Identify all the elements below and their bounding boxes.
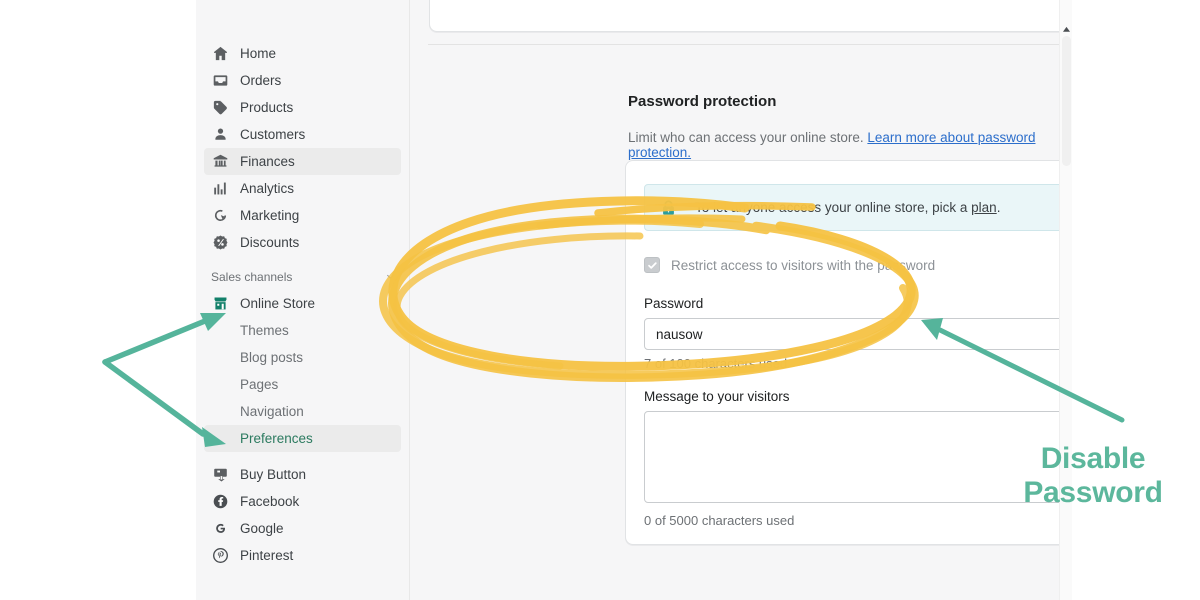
callout-line-1: Disable xyxy=(1040,442,1146,475)
previous-section-card xyxy=(429,0,1072,32)
sidebar-subitem-pages[interactable]: Pages xyxy=(204,371,401,398)
sidebar-item-label: Marketing xyxy=(240,208,300,223)
restrict-access-checkbox-row[interactable]: Restrict access to visitors with the pas… xyxy=(644,257,935,273)
sidebar-item-label: Discounts xyxy=(240,235,300,250)
google-icon xyxy=(211,520,229,538)
sidebar-item-label: Orders xyxy=(240,73,282,88)
sidebar-section-sales-channels[interactable]: Sales channels xyxy=(196,256,409,290)
password-character-counter: 7 of 100 characters used xyxy=(644,356,788,371)
sidebar: Home Orders Products Customers Finances … xyxy=(196,0,410,600)
sidebar-item-discounts[interactable]: Discounts xyxy=(204,229,401,256)
sidebar-subitem-label: Navigation xyxy=(240,404,304,419)
sidebar-subitem-themes[interactable]: Themes xyxy=(204,317,401,344)
lock-icon xyxy=(660,199,677,217)
facebook-icon xyxy=(211,493,229,511)
section-description-text: Limit who can access your online store. xyxy=(628,130,864,145)
restrict-access-checkbox[interactable] xyxy=(644,257,660,273)
page-title: Password protection xyxy=(628,93,777,110)
banner-text: To let anyone access your online store, … xyxy=(695,200,1000,215)
plan-notice-banner: To let anyone access your online store, … xyxy=(644,184,1072,231)
sidebar-subitem-label: Pages xyxy=(240,377,279,392)
scrollbar-thumb[interactable] xyxy=(1062,36,1071,166)
sidebar-item-customers[interactable]: Customers xyxy=(204,121,401,148)
password-input[interactable] xyxy=(644,318,1072,350)
banner-text-before: To let anyone access your online store, … xyxy=(695,200,968,215)
sidebar-item-label: Facebook xyxy=(240,494,300,509)
sidebar-item-google[interactable]: Google xyxy=(204,515,401,542)
sidebar-item-products[interactable]: Products xyxy=(204,94,401,121)
analytics-bars-icon xyxy=(211,180,229,198)
admin-window: Home Orders Products Customers Finances … xyxy=(196,0,1072,600)
sidebar-item-analytics[interactable]: Analytics xyxy=(204,175,401,202)
sidebar-item-marketing[interactable]: Marketing xyxy=(204,202,401,229)
discounts-percent-icon xyxy=(211,234,229,252)
callout-line-2: Password xyxy=(1023,475,1163,509)
sidebar-item-finances[interactable]: Finances xyxy=(204,148,401,175)
sidebar-item-label: Pinterest xyxy=(240,548,294,563)
check-icon xyxy=(647,261,657,269)
sidebar-item-home[interactable]: Home xyxy=(204,40,401,67)
sidebar-section-label: Sales channels xyxy=(211,270,293,284)
home-icon xyxy=(211,45,229,63)
section-divider xyxy=(428,44,1072,45)
sidebar-subitem-preferences[interactable]: Preferences xyxy=(204,425,401,452)
sidebar-subitem-label: Themes xyxy=(240,323,289,338)
banner-text-after: . xyxy=(996,200,1001,215)
sidebar-item-facebook[interactable]: Facebook xyxy=(204,488,401,515)
finances-bank-icon xyxy=(211,153,229,171)
pick-a-plan-link[interactable]: plan xyxy=(971,200,997,215)
sidebar-item-label: Analytics xyxy=(240,181,295,196)
online-store-icon xyxy=(211,295,229,313)
orders-inbox-icon xyxy=(211,72,229,90)
arrow-line-preferences xyxy=(102,359,206,437)
sidebar-item-orders[interactable]: Orders xyxy=(204,67,401,94)
sidebar-item-buy-button[interactable]: Buy Button xyxy=(204,461,401,488)
customers-person-icon xyxy=(211,126,229,144)
sidebar-item-label: Products xyxy=(240,100,294,115)
sidebar-subitem-label: Blog posts xyxy=(240,350,304,365)
disable-password-callout: Disable Password xyxy=(1003,442,1183,509)
sidebar-item-label: Finances xyxy=(240,154,295,169)
products-tag-icon xyxy=(211,99,229,117)
password-label: Password xyxy=(644,296,704,311)
section-description: Limit who can access your online store. … xyxy=(628,130,1072,160)
sidebar-item-label: Customers xyxy=(240,127,306,142)
pinterest-icon xyxy=(211,547,229,565)
sidebar-subitem-blog-posts[interactable]: Blog posts xyxy=(204,344,401,371)
sidebar-item-label: Buy Button xyxy=(240,467,307,482)
sidebar-subitem-label: Preferences xyxy=(240,431,313,446)
message-character-counter: 0 of 5000 characters used xyxy=(644,513,795,528)
sidebar-item-label: Online Store xyxy=(240,296,316,311)
restrict-access-label: Restrict access to visitors with the pas… xyxy=(671,257,936,273)
sidebar-item-pinterest[interactable]: Pinterest xyxy=(204,542,401,569)
scroll-up-arrow-icon[interactable] xyxy=(1061,22,1072,33)
message-label: Message to your visitors xyxy=(644,389,790,404)
arrow-line-online-store xyxy=(102,318,208,365)
vertical-scrollbar[interactable] xyxy=(1059,0,1072,600)
marketing-target-icon xyxy=(211,207,229,225)
content-area: Password protection Limit who can access… xyxy=(410,0,1072,600)
sidebar-item-label: Google xyxy=(240,521,284,536)
sidebar-item-label: Home xyxy=(240,46,277,61)
sidebar-item-online-store[interactable]: Online Store xyxy=(204,290,401,317)
sidebar-subitem-navigation[interactable]: Navigation xyxy=(204,398,401,425)
chevron-down-icon[interactable] xyxy=(386,270,395,284)
screenshot-root: Home Orders Products Customers Finances … xyxy=(0,0,1200,600)
buy-button-icon xyxy=(211,466,229,484)
